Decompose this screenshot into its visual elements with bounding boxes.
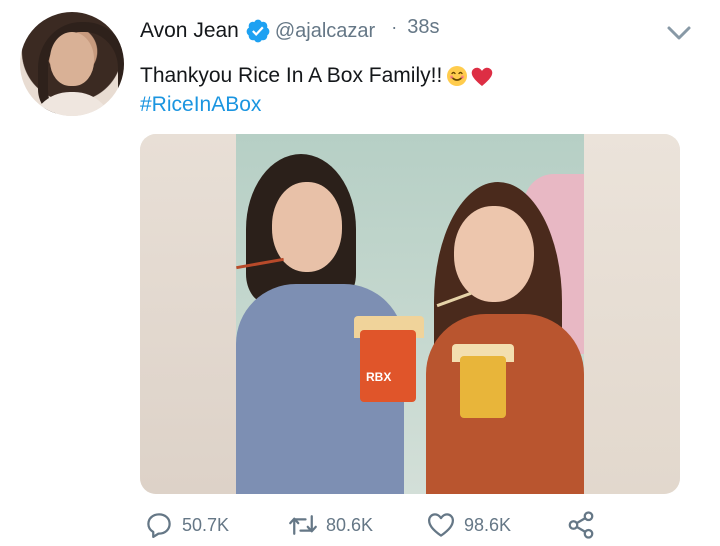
author-name[interactable]: Avon Jean [140,19,239,43]
retweet-button[interactable]: 80.6K [288,510,373,540]
photo-rice-box-left [360,330,416,402]
tweet-photo[interactable]: RBX [140,134,680,494]
author-handle[interactable]: @ajalcazar [275,20,375,43]
author-avatar[interactable] [20,12,124,116]
retweet-count: 80.6K [326,514,374,535]
verified-badge-icon [246,19,270,43]
share-icon [568,511,594,539]
photo-image: RBX [236,134,584,494]
like-icon [428,513,454,537]
reply-icon [147,513,171,538]
tweet-actions: 50.7K 80.6K 98.6K [140,510,620,540]
share-button[interactable] [566,510,596,540]
retweet-icon [289,515,317,535]
photo-person-right-face [454,206,534,302]
hashtag-link[interactable]: #RiceInABox [140,91,261,119]
red-heart-emoji-icon [472,67,493,86]
like-button[interactable]: 98.6K [426,510,511,540]
tweet-timestamp[interactable]: 38s [407,16,439,39]
like-count: 98.6K [464,514,512,535]
photo-rice-box-right [460,356,506,418]
photo-left-blur [140,134,236,494]
reply-button[interactable]: 50.7K [144,510,229,540]
photo-rice-box-label: RBX [366,370,392,384]
header-separator: · [391,16,398,37]
tweet-header: Avon Jean @ajalcazar · 38s [140,16,439,44]
tweet-body: Thankyou Rice In A Box Family!! [140,64,443,87]
avatar-face [50,32,94,86]
tweet-text: Thankyou Rice In A Box Family!! [140,62,494,90]
chevron-down-icon[interactable] [666,24,692,42]
smile-emoji-icon [447,66,468,86]
reply-count: 50.7K [182,514,230,535]
photo-right-blur [584,134,680,494]
